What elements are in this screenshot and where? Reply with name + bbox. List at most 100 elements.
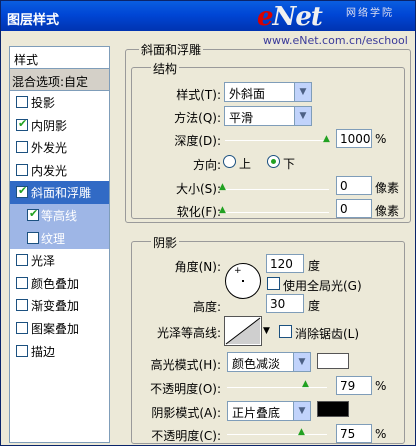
highlight-opacity-slider[interactable] [227, 387, 327, 388]
angle-dial[interactable] [225, 263, 261, 299]
watermark-cn: 网络学院 [346, 8, 394, 19]
direction-up-label: 上 [239, 157, 252, 171]
depth-slider-thumb[interactable]: ▲ [323, 135, 332, 144]
style-item-label: 颜色叠加 [31, 276, 80, 291]
size-slider-thumb[interactable]: ▲ [219, 183, 228, 192]
gloss-contour-label: 光泽等高线: [156, 326, 221, 340]
watermark-url: www.eNet.com.cn/eschool [263, 34, 408, 47]
style-item-checkbox[interactable] [27, 231, 39, 244]
altitude-input[interactable]: 30 [266, 294, 304, 313]
style-item-checkbox[interactable] [16, 321, 28, 334]
style-item[interactable]: 光泽 [10, 249, 109, 272]
style-select[interactable]: 外斜面 ▼ [224, 82, 312, 102]
highlight-opacity-thumb[interactable]: ▲ [302, 380, 311, 389]
highlight-color-swatch[interactable] [317, 353, 349, 369]
style-item-checkbox[interactable] [16, 96, 28, 108]
angle-input[interactable]: 120 [266, 254, 304, 273]
depth-label: 深度(D): [174, 134, 221, 148]
style-item-checkbox[interactable] [16, 299, 28, 312]
style-item-checkbox[interactable] [27, 207, 39, 221]
altitude-label: 高度: [192, 300, 221, 314]
angle-unit: 度 [308, 259, 321, 273]
style-item[interactable]: 描边 [10, 340, 109, 363]
style-item[interactable]: 内发光 [10, 159, 109, 182]
chevron-down-icon[interactable]: ▼ [263, 326, 270, 336]
shading-title: 阴影 [151, 234, 180, 251]
highlight-mode-label: 高光模式(H): [150, 358, 221, 372]
style-item[interactable]: 颜色叠加 [10, 272, 109, 295]
style-item[interactable]: 图案叠加 [10, 317, 109, 340]
direction-down-label: 下 [283, 157, 296, 171]
soften-slider-thumb[interactable]: ▲ [219, 206, 228, 215]
shadow-mode-select[interactable]: 正片叠底 ▼ [227, 401, 311, 421]
soften-label: 软化(F): [176, 205, 221, 219]
shadow-opacity-unit: % [375, 427, 387, 441]
style-item-checkbox[interactable] [16, 254, 28, 267]
style-item[interactable]: 投影 [10, 91, 109, 114]
highlight-opacity-label: 不透明度(O): [150, 382, 221, 396]
structure-title: 结构 [151, 60, 180, 77]
style-item[interactable]: 等高线 [10, 203, 109, 227]
size-label: 大小(S): [175, 182, 221, 196]
direction-down-radio[interactable] [267, 155, 280, 168]
shadow-opacity-slider[interactable] [227, 434, 327, 435]
contour-curve-icon [225, 317, 261, 345]
style-item-label: 内发光 [31, 163, 68, 178]
gloss-contour-picker[interactable] [224, 316, 262, 346]
style-item-checkbox[interactable] [16, 163, 28, 176]
size-slider[interactable] [225, 189, 329, 190]
style-item-label: 斜面和浮雕 [31, 186, 92, 201]
soften-slider[interactable] [225, 212, 329, 213]
angle-label: 角度(N): [174, 260, 221, 274]
highlight-opacity-input[interactable]: 79 [336, 376, 372, 395]
depth-unit: % [375, 132, 387, 146]
shadow-mode-label: 阴影模式(A): [151, 406, 221, 420]
technique-select[interactable]: 平滑 ▼ [224, 106, 312, 126]
depth-slider[interactable] [225, 140, 329, 141]
size-input[interactable]: 0 [336, 176, 372, 195]
style-item[interactable]: 外发光 [10, 136, 109, 159]
style-item-checkbox[interactable] [16, 141, 28, 154]
window-title: 图层样式 [7, 13, 60, 28]
chevron-down-icon: ▼ [293, 402, 310, 420]
blend-options-item[interactable]: 混合选项:自定 [10, 69, 109, 91]
style-list: 样式 混合选项:自定 投影内阴影外发光内发光斜面和浮雕等高线纹理光泽颜色叠加渐变… [9, 46, 110, 443]
style-item-label: 外发光 [31, 141, 68, 156]
global-light-label: 使用全局光(G) [283, 279, 362, 293]
style-item[interactable]: 渐变叠加 [10, 294, 109, 317]
antialias-checkbox[interactable] [279, 325, 292, 338]
soften-input[interactable]: 0 [336, 199, 372, 218]
chevron-down-icon: ▼ [294, 107, 311, 125]
bevel-emboss-title: 斜面和浮雕 [139, 41, 204, 58]
highlight-mode-select[interactable]: 颜色减淡 ▼ [227, 352, 311, 372]
direction-label: 方向: [192, 158, 221, 172]
styles-header[interactable]: 样式 [10, 47, 109, 69]
style-item-label: 描边 [31, 344, 56, 359]
highlight-opacity-unit: % [375, 379, 387, 393]
style-item-label: 等高线 [41, 208, 78, 223]
global-light-checkbox[interactable] [267, 277, 280, 290]
style-item-checkbox[interactable] [16, 117, 28, 131]
direction-up-radio[interactable] [223, 155, 236, 168]
antialias-label: 消除锯齿(L) [295, 327, 360, 341]
shadow-opacity-label: 不透明度(C): [151, 429, 221, 443]
size-unit: 像素 [375, 181, 400, 195]
style-item-label: 图案叠加 [31, 321, 80, 336]
shadow-opacity-thumb[interactable]: ▲ [298, 428, 307, 437]
style-item[interactable]: 斜面和浮雕 [10, 181, 109, 204]
style-item-label: 纹理 [41, 231, 66, 246]
soften-unit: 像素 [375, 204, 400, 218]
technique-label: 方法(Q): [174, 111, 221, 125]
enet-logo: eNet [257, 2, 323, 32]
style-item[interactable]: 纹理 [10, 226, 109, 250]
style-item-checkbox[interactable] [16, 344, 28, 357]
style-item-label: 投影 [31, 96, 56, 110]
shadow-opacity-input[interactable]: 75 [336, 424, 372, 443]
depth-input[interactable]: 1000 [336, 129, 372, 148]
style-item-checkbox[interactable] [16, 184, 28, 199]
style-item-label: 光泽 [31, 254, 56, 269]
style-label: 样式(T): [176, 88, 221, 102]
shadow-color-swatch[interactable] [317, 401, 349, 417]
style-item-checkbox[interactable] [16, 276, 28, 289]
style-item[interactable]: 内阴影 [10, 114, 109, 137]
